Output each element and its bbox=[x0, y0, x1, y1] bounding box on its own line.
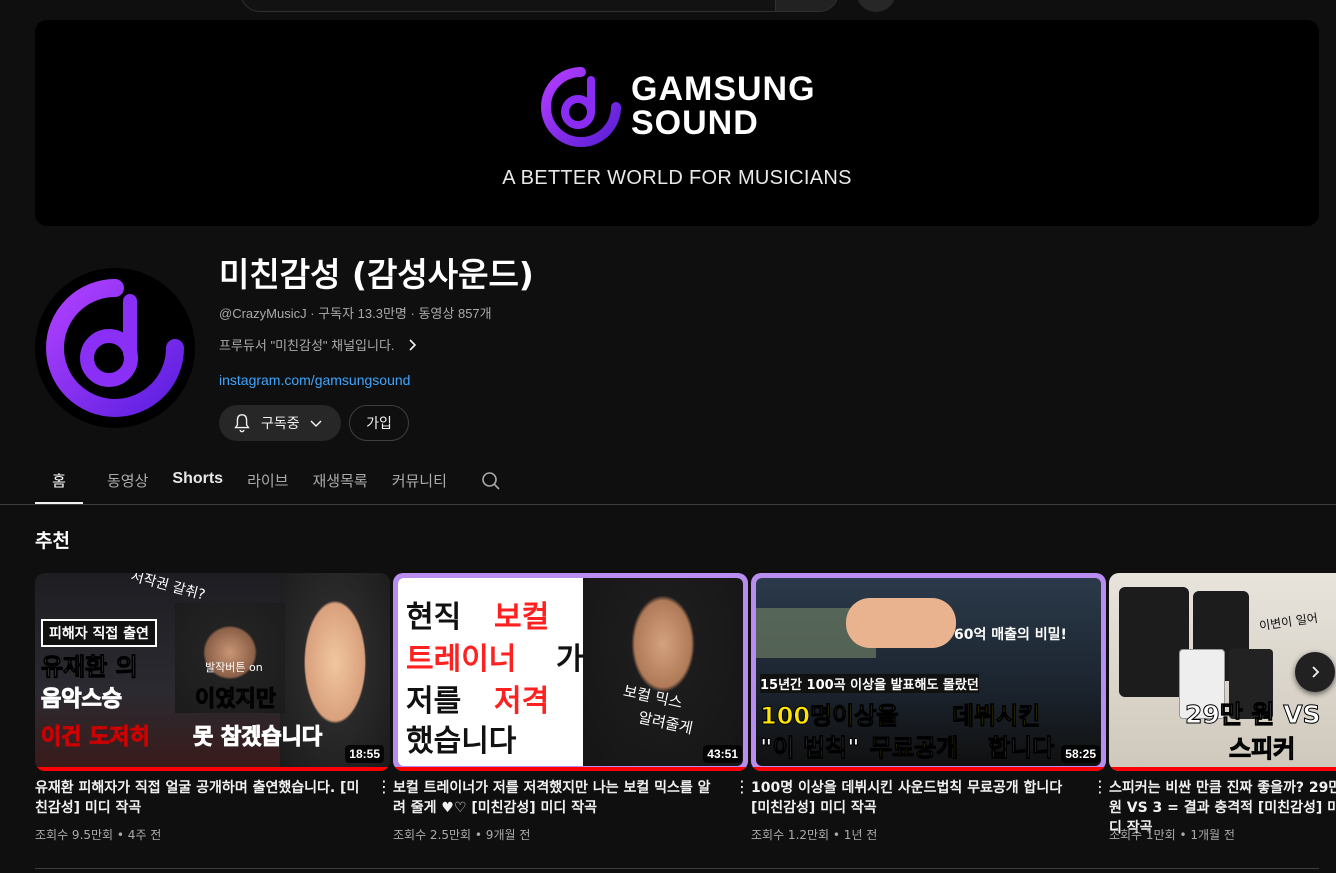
watched-progress-bar bbox=[751, 767, 1106, 771]
subscriber-count: 구독자 13.3만명 bbox=[318, 306, 407, 321]
banner-brand: GAMSUNG SOUND bbox=[631, 72, 816, 140]
thumb-line2b: 가 bbox=[556, 642, 584, 677]
video-duration: 18:55 bbox=[345, 745, 384, 763]
thumb-line1a: 현직 bbox=[406, 600, 462, 635]
watched-progress-bar bbox=[393, 767, 748, 771]
banner-tagline: A BETTER WORLD FOR MUSICIANS bbox=[502, 167, 852, 189]
video-meta: 조회수 9.5만회 • 4주 전 bbox=[35, 828, 162, 842]
thumb-line3b: 저격 bbox=[494, 684, 550, 719]
thumbnail-inner: 현직 보컬 트레이너 가 저를 저격 했습니다 보컬 믹스 알려줄게 bbox=[398, 578, 743, 766]
video-card[interactable]: 60억 매출의 비밀! 15년간 100곡 이상을 발표해도 몰랐던 100명이… bbox=[751, 573, 1108, 842]
hand-image bbox=[846, 598, 956, 648]
video-duration: 58:25 bbox=[1061, 745, 1100, 763]
channel-link[interactable]: instagram.com/gamsungsound bbox=[219, 372, 410, 388]
thumb-secret-text: 60억 매출의 비밀! bbox=[954, 627, 1067, 643]
video-thumbnail[interactable]: 피해자 직접 출연 저작권 갈취? 발작버튼 on 유재환 의 음악스승 이였지… bbox=[35, 573, 390, 771]
carousel-next-button[interactable] bbox=[1295, 652, 1335, 692]
video-card[interactable]: 피해자 직접 출연 저작권 갈취? 발작버튼 on 유재환 의 음악스승 이였지… bbox=[35, 573, 392, 842]
thumb-line3a: 저를 bbox=[406, 684, 462, 719]
thumb-line4: 했습니다 bbox=[406, 724, 517, 759]
channel-handle: @CrazyMusicJ bbox=[219, 306, 307, 321]
bell-icon bbox=[234, 414, 250, 433]
brand-line2: SOUND bbox=[631, 104, 759, 142]
tab-playlists[interactable]: 재생목록 bbox=[312, 456, 367, 504]
thumb-line1: 15년간 100곡 이상을 발표해도 몰랐던 bbox=[760, 674, 979, 693]
channel-name: 미친감성 (감성사운드) bbox=[219, 255, 534, 294]
thumb-line3b: 무료공개 bbox=[869, 734, 959, 763]
chevron-right-icon bbox=[1312, 666, 1320, 678]
thumbnail-inner: 60억 매출의 비밀! 15년간 100곡 이상을 발표해도 몰랐던 100명이… bbox=[756, 578, 1101, 766]
more-options-icon[interactable]: ⋮ bbox=[376, 777, 392, 797]
description-text: 프루듀서 "미친감성" 채널입니다. bbox=[219, 338, 395, 353]
section-title: 추천 bbox=[35, 530, 70, 552]
thumb-line2a: 트레이너 bbox=[406, 642, 517, 677]
video-thumbnail[interactable]: 현직 보컬 트레이너 가 저를 저격 했습니다 보컬 믹스 알려줄게 43:51 bbox=[393, 573, 748, 771]
tabs-divider bbox=[0, 504, 1336, 505]
thumb-line3b: 못 참겠습니다 bbox=[192, 725, 323, 751]
thumb-line2b: 데뷔시킨 bbox=[951, 702, 1041, 731]
thumb-badge: 피해자 직접 출연 bbox=[41, 619, 157, 647]
search-input[interactable] bbox=[240, 0, 776, 12]
subscribed-label: 구독중 bbox=[261, 415, 300, 431]
person-image bbox=[583, 578, 743, 766]
channel-meta: @CrazyMusicJ · 구독자 13.3만명 · 동영상 857개 bbox=[219, 303, 492, 322]
video-meta: 조회수 1.2만회 • 1년 전 bbox=[751, 828, 878, 842]
channel-tabs: 홈 동영상 Shorts 라이브 재생목록 커뮤니티 bbox=[35, 456, 503, 504]
thumb-line1b: 보컬 bbox=[494, 600, 550, 635]
tab-shorts[interactable]: Shorts bbox=[172, 456, 223, 504]
gamsung-logo-icon bbox=[541, 67, 621, 147]
video-meta: 조회수 1만회 • 1개월 전 bbox=[1109, 828, 1235, 842]
video-card[interactable]: 이변이 일어 29만 원 VS 스피커 스피커는 비싼 만큼 진짜 좋을까? 2… bbox=[1109, 573, 1336, 853]
brand-line1: GAMSUNG bbox=[631, 70, 816, 108]
video-thumbnail[interactable]: 60억 매출의 비밀! 15년간 100곡 이상을 발표해도 몰랐던 100명이… bbox=[751, 573, 1106, 771]
thumb-line3c: 합니다 bbox=[987, 734, 1055, 763]
search-button[interactable] bbox=[775, 0, 839, 12]
thumb-line2a: 음악스승 bbox=[41, 687, 123, 713]
watched-progress-bar bbox=[35, 767, 390, 771]
tab-live[interactable]: 라이브 bbox=[247, 456, 288, 504]
join-button[interactable]: 가입 bbox=[349, 405, 409, 441]
watched-progress-bar bbox=[1109, 767, 1336, 771]
video-duration: 43:51 bbox=[703, 745, 742, 763]
thumb-corner-text: 이변이 일어 bbox=[1258, 610, 1319, 634]
tab-community[interactable]: 커뮤니티 bbox=[392, 456, 447, 504]
chevron-down-icon bbox=[310, 420, 322, 428]
subscribed-button[interactable]: 구독중 bbox=[219, 405, 341, 441]
thumb-line1: 유재환 의 bbox=[41, 653, 139, 682]
search-icon[interactable] bbox=[479, 469, 503, 493]
thumb-line2a: 100명이상을 bbox=[759, 702, 899, 731]
video-count: 동영상 857개 bbox=[418, 306, 492, 321]
channel-banner: GAMSUNG SOUND A BETTER WORLD FOR MUSICIA… bbox=[35, 20, 1319, 226]
chevron-right-icon bbox=[408, 338, 416, 351]
video-title[interactable]: 보컬 트레이너가 저를 저격했지만 나는 보컬 믹스를 알려 줄게 ♥♡ [미친… bbox=[393, 778, 723, 818]
tab-home[interactable]: 홈 bbox=[35, 456, 83, 504]
channel-avatar[interactable] bbox=[35, 268, 195, 428]
thumb-line3a: "이 법칙" bbox=[760, 734, 861, 763]
thumb-line3a: 이건 도저히 bbox=[41, 725, 151, 751]
thumb-label-text: 스피커 bbox=[1228, 735, 1296, 764]
thumb-sub-text: 발작버튼 on bbox=[205, 661, 263, 674]
section-divider bbox=[35, 868, 1319, 869]
thumb-price-text: 29만 원 VS bbox=[1185, 700, 1322, 730]
meta-separator: · bbox=[310, 306, 319, 321]
tab-videos[interactable]: 동영상 bbox=[107, 456, 148, 504]
channel-description[interactable]: 프루듀서 "미친감성" 채널입니다. bbox=[219, 335, 419, 354]
thumb-corner-text: 저작권 갈취? bbox=[128, 573, 207, 604]
video-title[interactable]: 100명 이상을 데뷔시킨 사운드법칙 무료공개 합니다 [미친감성] 미디 작… bbox=[751, 778, 1081, 818]
video-card[interactable]: 현직 보컬 트레이너 가 저를 저격 했습니다 보컬 믹스 알려줄게 43:51… bbox=[393, 573, 750, 842]
more-options-icon[interactable]: ⋮ bbox=[734, 777, 750, 797]
avatar-logo-icon bbox=[46, 279, 184, 417]
thumb-line2b: 이였지만 bbox=[195, 687, 277, 713]
video-meta: 조회수 2.5만회 • 9개월 전 bbox=[393, 828, 531, 842]
video-title[interactable]: 유재환 피해자가 직접 얼굴 공개하며 출연했습니다. [미친감성] 미디 작곡 bbox=[35, 778, 365, 818]
top-bar bbox=[0, 0, 1336, 12]
more-options-icon[interactable]: ⋮ bbox=[1092, 777, 1108, 797]
voice-search-button[interactable] bbox=[856, 0, 896, 12]
